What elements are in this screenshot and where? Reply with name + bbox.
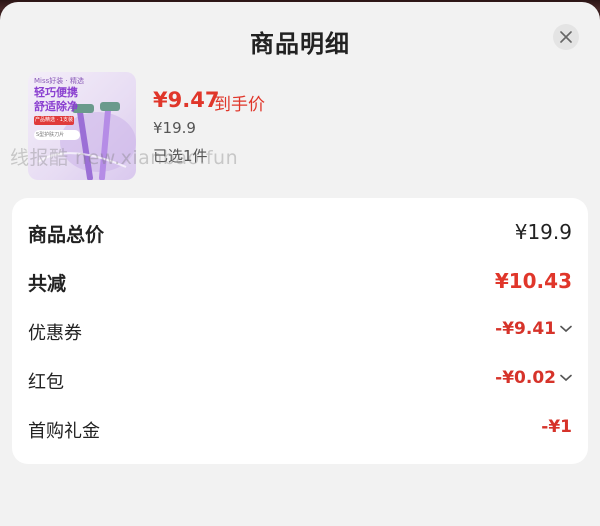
- red-packet-value-wrap: -¥0.02: [495, 368, 572, 388]
- image-slogan: 轻巧便携 舒适除净: [34, 86, 78, 113]
- total-price-row: 商品总价 ¥19.9: [28, 220, 572, 250]
- coupon-label: 优惠券: [28, 323, 82, 344]
- red-packet-row[interactable]: 红包 -¥0.02: [28, 368, 572, 398]
- price-detail-sheet: 商品明细 Miss好装 · 精选 轻巧便携 舒适除净 产品精选 · 1支装 S型…: [0, 2, 600, 526]
- total-price-value: ¥19.9: [514, 220, 572, 244]
- close-button[interactable]: [553, 24, 579, 50]
- price-breakdown-card: 商品总价 ¥19.9 共减 ¥10.43 优惠券 -¥9.41 红包 -¥0.0…: [12, 198, 588, 464]
- total-reduction-value: ¥10.43: [494, 269, 572, 293]
- product-image[interactable]: Miss好装 · 精选 轻巧便携 舒适除净 产品精选 · 1支装 S型护肤刀片: [28, 72, 136, 180]
- image-chip: 产品精选 · 1支装: [34, 116, 74, 125]
- selected-quantity: 已选1件: [153, 147, 208, 165]
- final-price-label: 到手价: [214, 95, 265, 115]
- total-price-label: 商品总价: [28, 224, 105, 246]
- total-reduction-label: 共减: [28, 273, 67, 295]
- image-chip: S型护肤刀片: [34, 130, 80, 140]
- original-price: ¥19.9: [153, 119, 196, 137]
- first-purchase-gift-value: -¥1: [541, 417, 572, 437]
- chevron-down-icon: [560, 374, 572, 382]
- final-price: ¥9.47: [153, 88, 220, 112]
- first-purchase-gift-row: 首购礼金 -¥1: [28, 417, 572, 447]
- image-brand-tag: Miss好装 · 精选: [34, 77, 84, 85]
- chevron-down-icon: [560, 325, 572, 333]
- red-packet-label: 红包: [28, 372, 64, 393]
- coupon-value-wrap: -¥9.41: [495, 319, 572, 339]
- first-purchase-gift-label: 首购礼金: [28, 421, 100, 442]
- coupon-row[interactable]: 优惠券 -¥9.41: [28, 319, 572, 349]
- coupon-value: -¥9.41: [495, 319, 556, 339]
- red-packet-value: -¥0.02: [495, 368, 556, 388]
- sheet-title: 商品明细: [250, 30, 350, 58]
- total-reduction-row: 共减 ¥10.43: [28, 269, 572, 299]
- close-icon: [560, 31, 572, 43]
